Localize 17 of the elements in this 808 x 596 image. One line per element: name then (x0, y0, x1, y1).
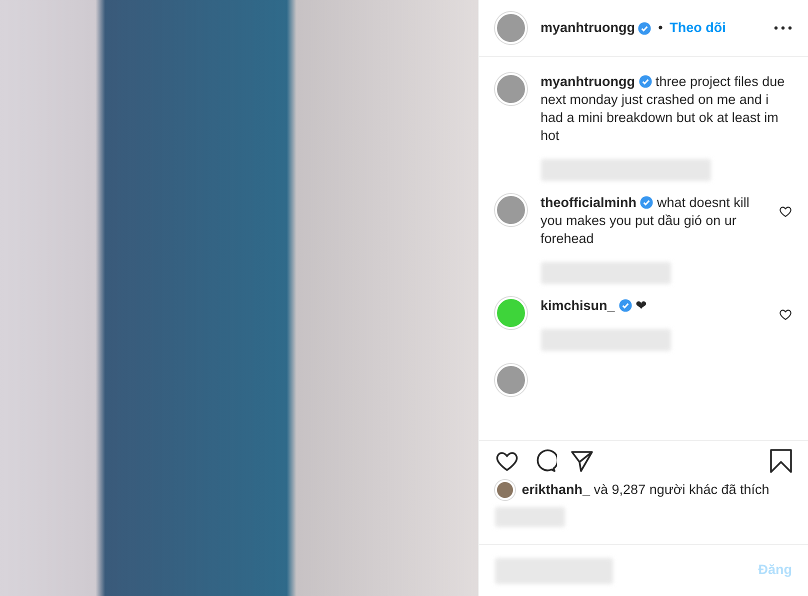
like-icon[interactable] (779, 308, 792, 320)
save-button[interactable] (770, 448, 792, 473)
avatar[interactable] (495, 73, 527, 105)
avatar[interactable] (495, 12, 527, 44)
comment-text: theofficialminh what doesnt kill you makes you put dầu gió on ur forehead (540, 194, 750, 248)
comment-text: kimchisun_ ❤ (540, 297, 648, 315)
like-icon[interactable] (779, 205, 792, 218)
avatar[interactable] (495, 480, 515, 500)
share-button[interactable] (570, 448, 594, 473)
likes-text: erikthanh_ và 9,287 người khác đã thích (522, 480, 770, 499)
follow-button[interactable]: Theo dõi (670, 18, 726, 38)
avatar[interactable] (495, 364, 527, 396)
more-icon[interactable] (774, 26, 792, 30)
avatar[interactable] (495, 194, 527, 226)
username[interactable]: myanhtruongg (540, 18, 635, 38)
comment-text: myanhtruongg three project files due next monday just crashed on me and i had a mini breakdown but ok at least im hot (540, 73, 786, 145)
separator-dot: • (658, 18, 663, 37)
